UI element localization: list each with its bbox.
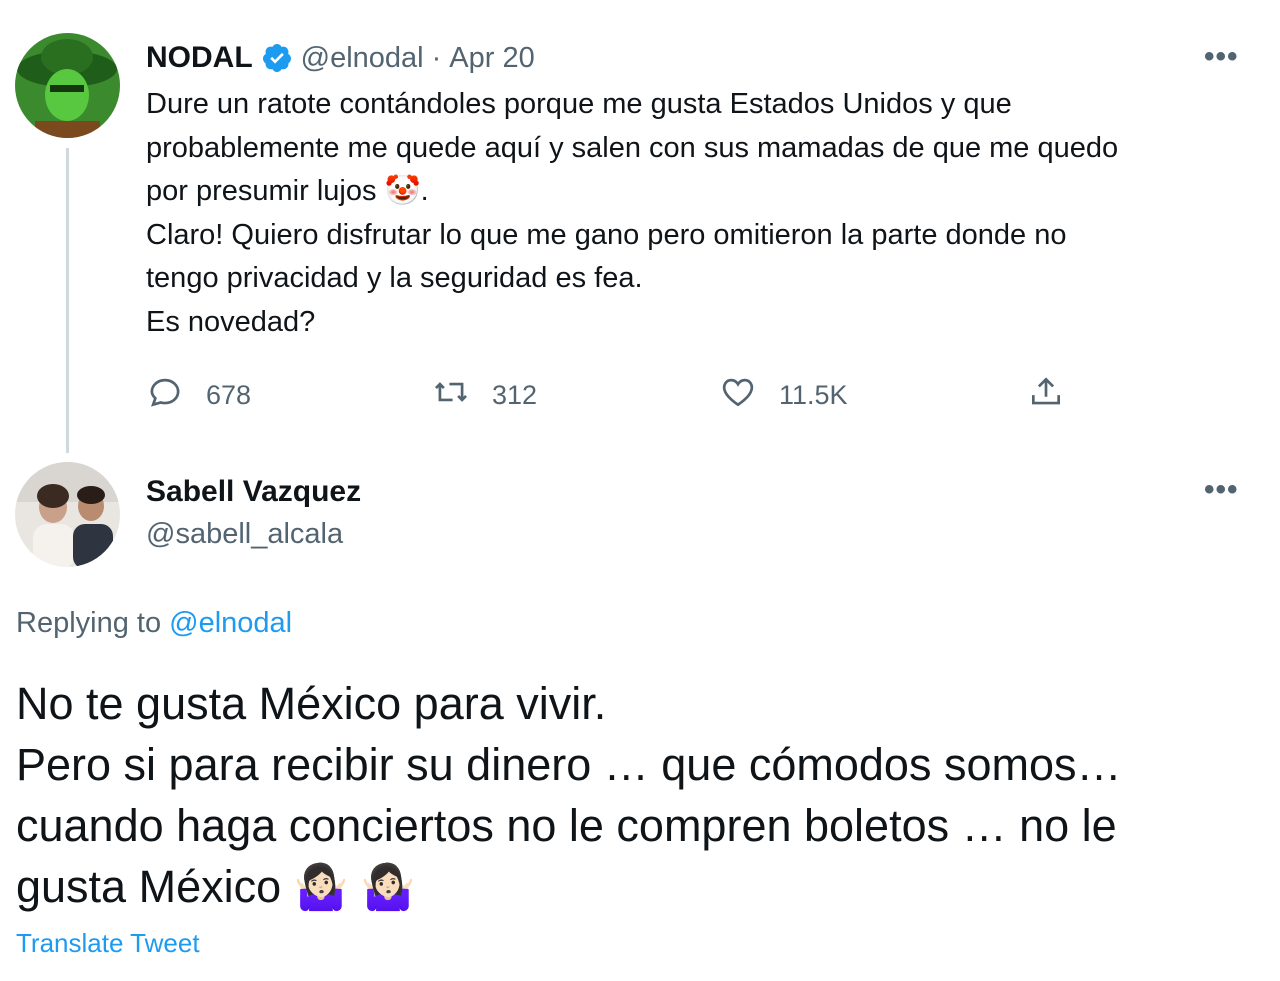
retweet-icon: [432, 373, 470, 418]
share-icon: [1027, 373, 1065, 418]
replying-to-label: Replying to: [16, 607, 162, 639]
translate-tweet-link[interactable]: Translate Tweet: [16, 928, 200, 959]
retweet-count: 312: [492, 380, 538, 410]
tweet-header: NODAL @elnodal · Apr 20: [146, 40, 535, 76]
author-name[interactable]: NODAL: [146, 41, 253, 75]
reply-icon: [146, 373, 184, 418]
clown-emoji-icon: 🤡: [384, 175, 421, 207]
tweet-text-part1: Dure un ratote contándoles porque me gus…: [146, 88, 1119, 207]
verified-badge-icon: [261, 42, 293, 74]
replying-to-handle[interactable]: @elnodal: [169, 607, 292, 639]
separator-dot: ·: [431, 41, 442, 74]
nodal-avatar[interactable]: [15, 33, 120, 138]
author-handle[interactable]: @elnodal: [301, 42, 424, 75]
thread-line: [66, 148, 69, 453]
more-options-icon[interactable]: •••: [1204, 42, 1239, 72]
reply-author-name[interactable]: Sabell Vazquez: [146, 475, 361, 509]
heart-icon: [719, 373, 757, 418]
tweet-date[interactable]: Apr 20: [449, 42, 534, 75]
retweet-action[interactable]: 312: [432, 373, 537, 418]
like-action[interactable]: 11.5K: [719, 373, 848, 418]
tweet-text: Dure un ratote contándoles porque me gus…: [146, 83, 1256, 344]
reply-count: 678: [206, 380, 252, 410]
share-action[interactable]: [1027, 373, 1065, 418]
sabell-avatar[interactable]: [15, 462, 120, 567]
reply-more-options-icon[interactable]: •••: [1204, 475, 1239, 505]
reply-author-handle[interactable]: @sabell_alcala: [146, 518, 343, 551]
reply-text: No te gusta México para vivir. Pero si p…: [16, 673, 1266, 918]
replying-to: Replying to @elnodal: [16, 607, 292, 640]
woman-shrugging-emoji-icon: 🤷🏻‍♀️ 🤷🏻‍♀️: [293, 863, 416, 912]
reply-action[interactable]: 678: [146, 373, 251, 418]
reply-text-body: No te gusta México para vivir. Pero si p…: [16, 678, 1122, 912]
like-count: 11.5K: [779, 380, 848, 410]
